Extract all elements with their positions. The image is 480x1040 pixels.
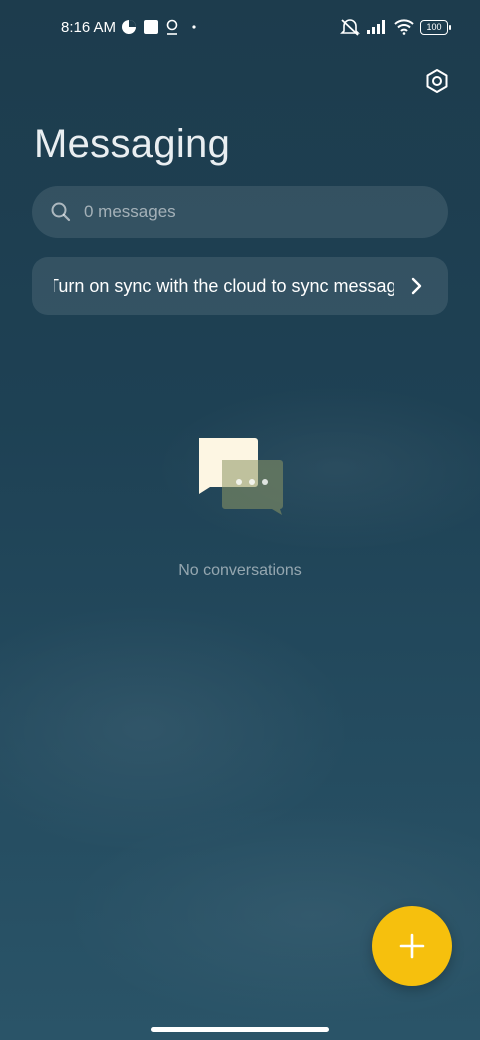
cloud-sync-banner[interactable]: Turn on sync with the cloud to sync mess… <box>32 257 448 315</box>
location-icon <box>166 19 178 35</box>
search-bar[interactable] <box>32 186 448 238</box>
silent-bell-icon <box>340 19 360 36</box>
search-icon <box>50 201 72 223</box>
chevron-right-icon <box>406 276 426 296</box>
wifi-icon <box>394 19 414 35</box>
chat-bubbles-icon <box>196 436 286 518</box>
signal-icon <box>367 20 385 34</box>
sync-banner-text: Turn on sync with the cloud to sync mess… <box>54 276 394 296</box>
status-time: 8:16 AM <box>61 19 117 36</box>
notification-square-icon <box>144 20 158 34</box>
new-conversation-button[interactable] <box>372 906 452 986</box>
battery-icon: 100 <box>420 19 451 35</box>
more-notifications-dot-icon <box>192 25 196 29</box>
status-right-group: 100 <box>340 18 451 36</box>
plus-icon <box>399 933 425 959</box>
settings-button[interactable] <box>420 64 454 98</box>
status-bar: 8:16 AM 100 <box>0 0 480 56</box>
empty-state-text: No conversations <box>178 562 302 579</box>
sync-text-container: Turn on sync with the cloud to sync mess… <box>54 257 394 315</box>
gear-icon <box>426 69 448 93</box>
home-indicator[interactable] <box>151 1027 329 1032</box>
page-title: Messaging <box>34 122 231 166</box>
data-saver-icon <box>122 20 136 34</box>
search-input[interactable] <box>82 201 406 223</box>
